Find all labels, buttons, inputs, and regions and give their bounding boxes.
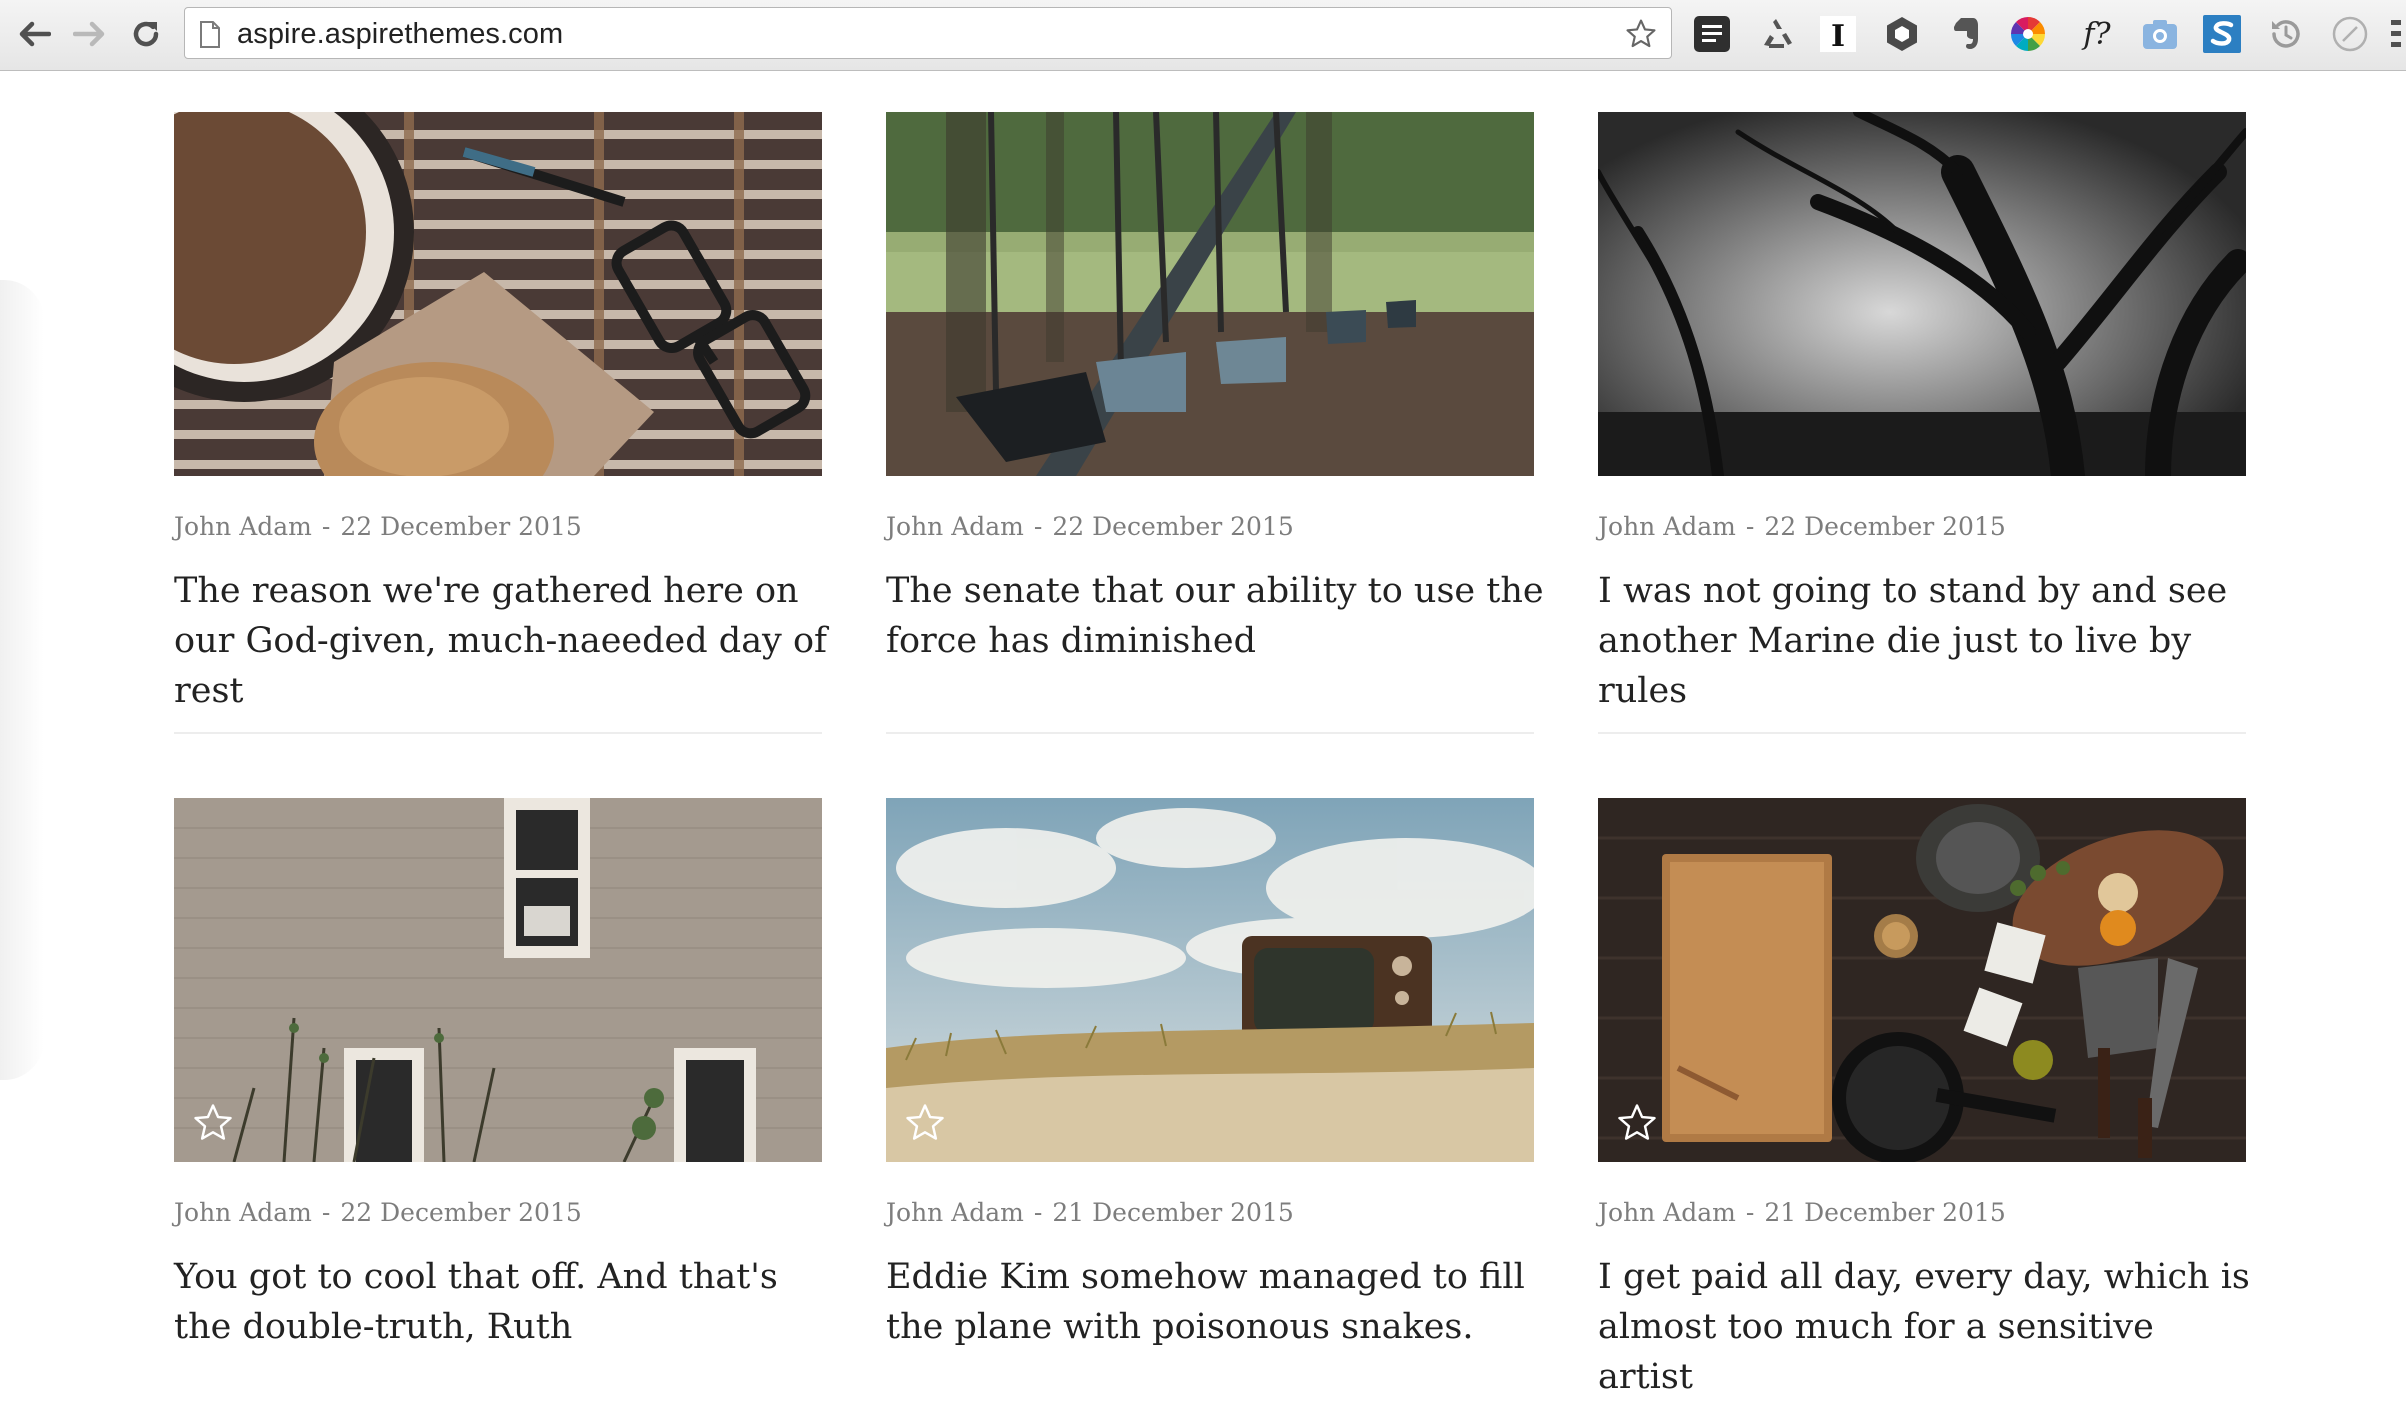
post-title[interactable]: Eddie Kim somehow managed to fill the pl… bbox=[886, 1252, 1546, 1352]
post-meta: John Adam -22 December 2015 bbox=[174, 1198, 582, 1227]
post-author[interactable]: John Adam bbox=[174, 1198, 312, 1227]
compass-extension-button[interactable] bbox=[2330, 14, 2370, 54]
arrow-right-icon bbox=[73, 21, 105, 47]
post-image[interactable] bbox=[174, 112, 822, 476]
meta-separator: - bbox=[1033, 512, 1043, 541]
meta-separator: - bbox=[1745, 1198, 1755, 1227]
camera-icon bbox=[2143, 20, 2177, 49]
post-meta: John Adam -21 December 2015 bbox=[886, 1198, 1294, 1227]
s-icon bbox=[2203, 15, 2241, 53]
post-meta: John Adam -22 December 2015 bbox=[886, 512, 1294, 541]
bookmark-star-button[interactable] bbox=[1623, 16, 1659, 52]
color-wheel-icon bbox=[2011, 17, 2045, 51]
recycle-icon bbox=[1764, 19, 1792, 48]
post-date: 22 December 2015 bbox=[340, 512, 582, 541]
reload-icon bbox=[133, 21, 159, 47]
evernote-icon bbox=[1954, 18, 1978, 49]
star-icon bbox=[1626, 19, 1656, 48]
page-icon bbox=[200, 21, 220, 48]
post-author[interactable]: John Adam bbox=[1598, 1198, 1736, 1227]
featured-star-icon bbox=[906, 1104, 944, 1140]
post-image[interactable] bbox=[1598, 112, 2246, 476]
meta-separator: - bbox=[321, 1198, 331, 1227]
forward-button[interactable] bbox=[68, 10, 112, 58]
post-meta: John Adam -22 December 2015 bbox=[174, 512, 582, 541]
post-date: 22 December 2015 bbox=[340, 1198, 582, 1227]
reload-button[interactable] bbox=[124, 10, 168, 58]
coffee-glasses-image bbox=[174, 112, 822, 476]
post-image[interactable] bbox=[174, 798, 822, 1162]
kitchen-table-image bbox=[1598, 798, 2246, 1162]
post-date: 22 December 2015 bbox=[1764, 512, 2006, 541]
back-button[interactable] bbox=[12, 10, 56, 58]
post-date: 22 December 2015 bbox=[1052, 512, 1294, 541]
post-title[interactable]: The reason we're gathered here on our Go… bbox=[174, 566, 834, 716]
tv-on-sand-image bbox=[886, 798, 1534, 1162]
url-text: aspire.aspirethemes.com bbox=[237, 18, 564, 50]
post-author[interactable]: John Adam bbox=[886, 512, 1024, 541]
history-extension-button[interactable] bbox=[2266, 14, 2306, 54]
post-divider bbox=[1598, 732, 2246, 734]
post-date: 21 December 2015 bbox=[1052, 1198, 1294, 1227]
post-author[interactable]: John Adam bbox=[1598, 512, 1736, 541]
font-finder-extension-button[interactable]: f? bbox=[2070, 14, 2124, 54]
browser-menu-button[interactable] bbox=[2386, 14, 2406, 54]
evernote-extension-button[interactable] bbox=[1946, 14, 1986, 54]
misty-trees-image bbox=[1598, 112, 2246, 476]
post-date: 21 December 2015 bbox=[1764, 1198, 2006, 1227]
s-extension-button[interactable] bbox=[2202, 14, 2242, 54]
post-author[interactable]: John Adam bbox=[886, 1198, 1024, 1227]
post-divider bbox=[174, 732, 822, 734]
meta-separator: - bbox=[321, 512, 331, 541]
meta-separator: - bbox=[1745, 512, 1755, 541]
swings-image bbox=[886, 112, 1534, 476]
reader-extension-button[interactable] bbox=[1692, 14, 1732, 54]
post-image[interactable] bbox=[886, 112, 1534, 476]
post-author[interactable]: John Adam bbox=[174, 512, 312, 541]
post-title[interactable]: I was not going to stand by and see anot… bbox=[1598, 566, 2258, 716]
compass-icon bbox=[2332, 16, 2368, 52]
instapaper-icon: I bbox=[1820, 16, 1856, 53]
post-title[interactable]: The senate that our ability to use the f… bbox=[886, 566, 1546, 666]
hexagon-extension-button[interactable] bbox=[1882, 14, 1922, 54]
history-icon bbox=[2272, 20, 2300, 48]
meta-separator: - bbox=[1033, 1198, 1043, 1227]
menu-dots-icon bbox=[2391, 20, 2401, 47]
hexagon-icon bbox=[1887, 17, 1917, 51]
brick-wall-image bbox=[174, 798, 822, 1162]
recycle-extension-button[interactable] bbox=[1756, 14, 1796, 54]
browser-toolbar: aspire.aspirethemes.com I f? bbox=[0, 0, 2406, 71]
featured-star-icon bbox=[1618, 1104, 1656, 1140]
post-title[interactable]: I get paid all day, every day, which is … bbox=[1598, 1252, 2258, 1402]
page-edge-shadow bbox=[0, 280, 44, 1080]
post-image[interactable] bbox=[886, 798, 1534, 1162]
arrow-left-icon bbox=[19, 21, 51, 47]
instapaper-label: I bbox=[1831, 19, 1845, 53]
post-meta: John Adam -22 December 2015 bbox=[1598, 512, 2006, 541]
screenshot-extension-button[interactable] bbox=[2140, 14, 2180, 54]
post-title[interactable]: You got to cool that off. And that's the… bbox=[174, 1252, 834, 1352]
featured-star-icon bbox=[194, 1104, 232, 1140]
post-image[interactable] bbox=[1598, 798, 2246, 1162]
font-finder-icon: f? bbox=[2083, 16, 2111, 52]
post-divider bbox=[886, 732, 1534, 734]
post-meta: John Adam -21 December 2015 bbox=[1598, 1198, 2006, 1227]
address-bar[interactable]: aspire.aspirethemes.com bbox=[184, 7, 1672, 59]
instapaper-extension-button[interactable]: I bbox=[1818, 14, 1858, 54]
reader-icon bbox=[1694, 16, 1730, 52]
color-extension-button[interactable] bbox=[2008, 14, 2048, 54]
